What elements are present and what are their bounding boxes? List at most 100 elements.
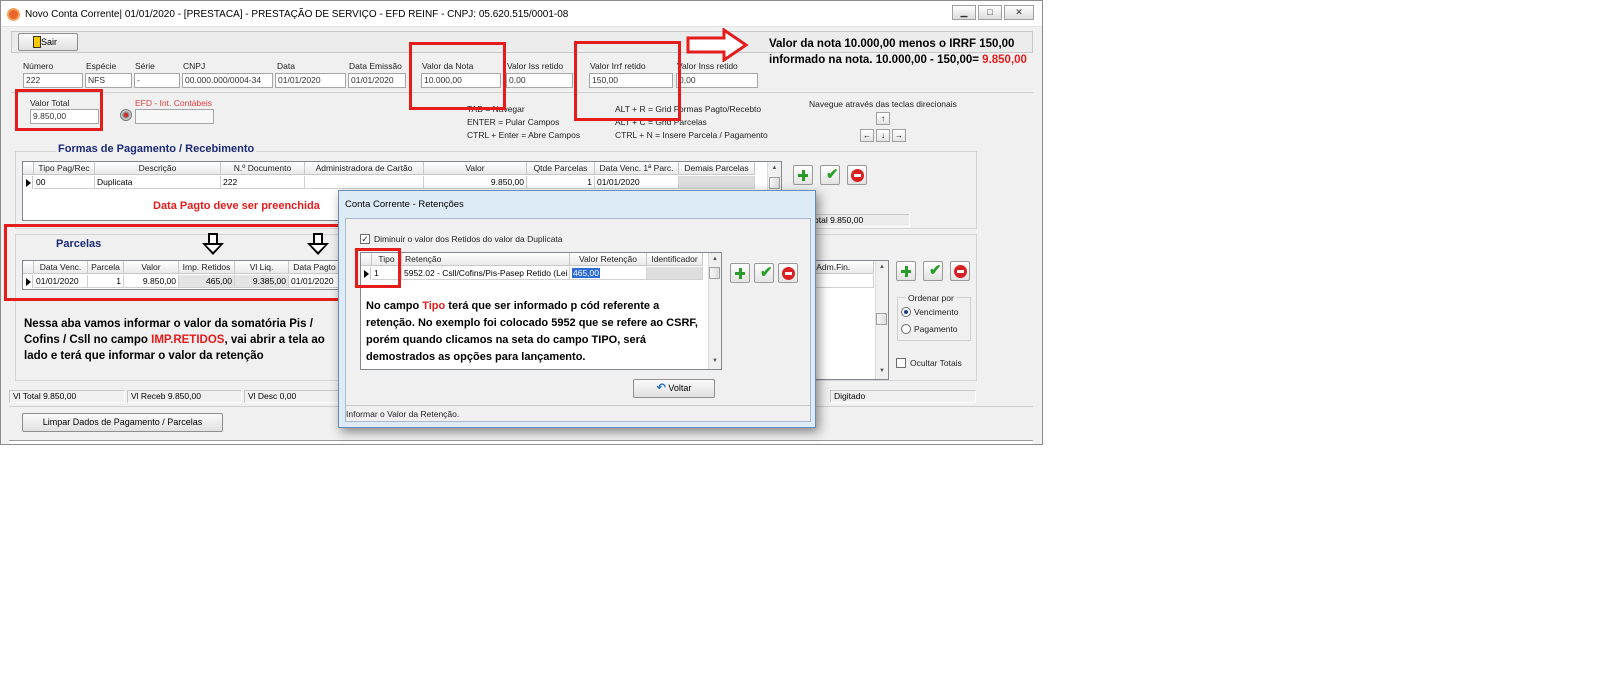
serie-field[interactable]: - xyxy=(134,73,180,88)
scroll-thumb[interactable] xyxy=(709,267,720,279)
minimize-button[interactable]: ▁ xyxy=(952,5,976,20)
radio-pagamento[interactable] xyxy=(901,324,911,334)
formas-cell[interactable] xyxy=(305,176,424,189)
window-title: Novo Conta Corrente| 01/01/2020 - [PREST… xyxy=(25,9,569,20)
annotation-text: No campo xyxy=(366,300,423,312)
nota-annotation-line1: Valor da nota 10.000,00 menos o IRRF 150… xyxy=(769,38,1015,50)
formas-cell[interactable]: Duplicata xyxy=(95,176,221,189)
formas-title: Formas de Pagamento / Recebimento xyxy=(56,143,257,155)
dialog-status: Informar o Valor da Retenção. xyxy=(346,409,460,419)
formas-col-tipo[interactable]: Tipo Pag/Rec xyxy=(34,162,95,175)
formas-col-administradora[interactable]: Administradora de Cartão xyxy=(305,162,424,175)
formas-col-demais[interactable]: Demais Parcelas xyxy=(679,162,755,175)
retencoes-cell-identificador[interactable] xyxy=(647,267,703,280)
scroll-thumb[interactable] xyxy=(769,177,780,189)
dialog-title: Conta Corrente - Retenções xyxy=(345,199,464,210)
add-parcela-button[interactable] xyxy=(896,261,916,281)
highlight-parcelas xyxy=(4,224,343,301)
diminuir-checkbox[interactable]: ✓ xyxy=(360,234,370,244)
confirm-parcela-button[interactable]: ✔ xyxy=(923,261,943,281)
minus-icon xyxy=(782,267,795,280)
cnpj-label: CNPJ xyxy=(183,61,206,71)
nav-down-key[interactable]: ↓ xyxy=(876,129,890,142)
check-icon: ✔ xyxy=(929,262,942,279)
retencoes-col-valor[interactable]: Valor Retenção xyxy=(570,253,647,266)
valor-inss-field[interactable]: 0,00 xyxy=(676,73,758,88)
retencoes-grid[interactable]: Tipo Retenção Valor Retenção Identificad… xyxy=(360,252,722,370)
data-label: Data xyxy=(277,61,295,71)
scroll-down-icon[interactable]: ▼ xyxy=(876,365,888,377)
formas-col-valor[interactable]: Valor xyxy=(424,162,527,175)
nav-left-key[interactable]: ← xyxy=(860,129,874,142)
limpar-dados-button[interactable]: Limpar Dados de Pagamento / Parcelas xyxy=(22,413,223,432)
parcelas-cell[interactable] xyxy=(810,275,874,288)
especie-field[interactable]: NFS xyxy=(85,73,132,88)
voltar-button[interactable]: ↶ Voltar xyxy=(633,379,715,398)
scroll-down-icon[interactable]: ▼ xyxy=(709,355,721,367)
col-adm-fin[interactable]: / Adm.Fin. xyxy=(810,261,874,274)
efd-field[interactable] xyxy=(135,109,214,124)
formas-cell[interactable] xyxy=(679,176,755,189)
valor-iss-field[interactable]: 0,00 xyxy=(506,73,573,88)
confirm-retencao-button[interactable]: ✔ xyxy=(754,263,774,283)
scroll-up-icon[interactable]: ▲ xyxy=(709,253,721,265)
retencoes-col-identificador[interactable]: Identificador xyxy=(647,253,703,266)
status-vl-receb: Vl Receb 9.850,00 xyxy=(127,390,242,403)
add-retencao-button[interactable] xyxy=(730,263,750,283)
remove-retencao-button[interactable] xyxy=(778,263,798,283)
remove-forma-button[interactable] xyxy=(847,165,867,185)
retencoes-col-retencao[interactable]: Retenção xyxy=(402,253,570,266)
formas-cell[interactable]: 9.850,00 xyxy=(424,176,527,189)
ordenar-label: Ordenar por xyxy=(906,293,956,303)
formas-col-descricao[interactable]: Descrição xyxy=(95,162,221,175)
hint-ctrl-enter: CTRL + Enter = Abre Campos xyxy=(467,130,581,140)
highlight-tipo xyxy=(355,248,401,288)
formas-col-data-venc[interactable]: Data Venc. 1ª Parc. xyxy=(595,162,679,175)
retencoes-valor-selected[interactable]: 465,00 xyxy=(572,268,600,278)
radio-vencimento[interactable] xyxy=(901,307,911,317)
data-emissao-field[interactable]: 01/01/2020 xyxy=(348,73,406,88)
numero-field[interactable]: 222 xyxy=(23,73,83,88)
diminuir-label: Diminuir o valor dos Retidos do valor da… xyxy=(374,234,563,244)
formas-cell[interactable]: 222 xyxy=(221,176,305,189)
parcelas-grid-right[interactable]: / Adm.Fin. ▲ ▼ xyxy=(809,260,889,380)
back-arrow-icon: ↶ xyxy=(656,382,666,394)
scroll-up-icon[interactable]: ▲ xyxy=(768,162,781,174)
retencoes-cell-valor[interactable]: 465,00 xyxy=(570,267,647,280)
formas-cell[interactable]: 00 xyxy=(34,176,95,189)
numero-label: Número xyxy=(23,61,54,71)
nav-up-key[interactable]: ↑ xyxy=(876,112,890,125)
parcelas-scrollbar[interactable]: ▲ ▼ xyxy=(875,261,888,379)
formas-col-documento[interactable]: N.º Documento xyxy=(221,162,305,175)
confirm-forma-button[interactable]: ✔ xyxy=(820,165,840,185)
retencoes-cell-retencao[interactable]: 5952.02 - Csll/Cofins/Pis-Pasep Retido (… xyxy=(402,267,570,280)
data-emissao-label: Data Emissão xyxy=(349,61,402,71)
cnpj-field[interactable]: 00.000.000/0004-34 xyxy=(182,73,273,88)
annotation-result: 9.850,00 xyxy=(982,54,1027,66)
retencoes-scrollbar[interactable]: ▲ ▼ xyxy=(708,253,721,369)
annotation-tipo: Tipo xyxy=(422,300,446,312)
check-icon: ✔ xyxy=(826,166,839,183)
formas-cell[interactable]: 01/01/2020 xyxy=(595,176,679,189)
data-field[interactable]: 01/01/2020 xyxy=(275,73,346,88)
nav-right-key[interactable]: → xyxy=(892,129,906,142)
scroll-up-icon[interactable]: ▲ xyxy=(876,261,888,273)
highlight-valor-total xyxy=(15,89,103,131)
remove-parcela-button[interactable] xyxy=(950,261,970,281)
maximize-button[interactable]: □ xyxy=(978,5,1002,20)
sair-button[interactable]: Sair xyxy=(18,33,78,51)
formas-col-qtde[interactable]: Qtde Parcelas xyxy=(527,162,595,175)
app-logo-icon xyxy=(7,8,20,21)
valor-iss-label: Valor Iss retido xyxy=(507,61,564,71)
check-icon: ✔ xyxy=(760,264,773,281)
status-vl-desc: Vl Desc 0,00 xyxy=(244,390,339,403)
formas-cell[interactable]: 1 xyxy=(527,176,595,189)
efd-status-icon[interactable] xyxy=(120,109,132,121)
ocultar-totais-checkbox[interactable] xyxy=(896,358,906,368)
minus-icon xyxy=(851,169,864,182)
close-button[interactable]: ✕ xyxy=(1004,5,1034,20)
annotation-text: informado na nota. 10.000,00 - 150,00= xyxy=(769,54,979,66)
scroll-thumb[interactable] xyxy=(876,313,887,325)
hint-enter: ENTER = Pular Campos xyxy=(467,117,560,127)
add-forma-button[interactable] xyxy=(793,165,813,185)
